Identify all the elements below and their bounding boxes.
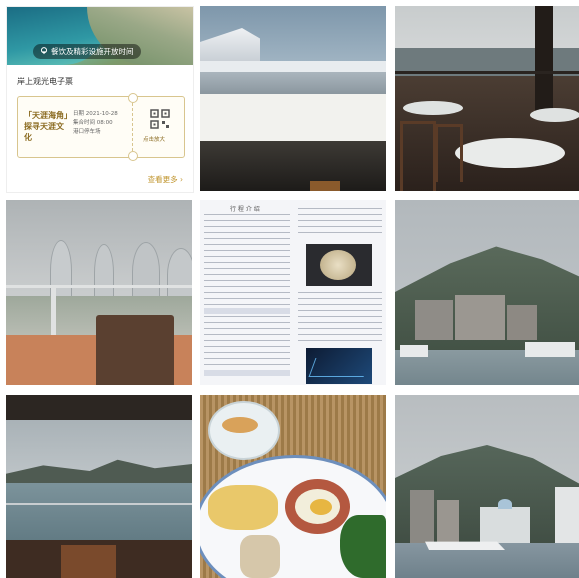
banner-photo: 餐饮及精彩设施开放时间 (7, 7, 193, 65)
ticket-card[interactable]: 「天涯海角」探寻天涯文化 日期 2021-10-28 集合时间 08:00 港口… (17, 93, 185, 161)
banner-text: 餐饮及精彩设施开放时间 (51, 47, 134, 56)
photo-grid: 餐饮及精彩设施开放时间 岸上观光电子票 「天涯海角」探寻天涯文化 日期 2021… (0, 0, 579, 578)
qr-zoom-label[interactable]: 点击放大 (143, 135, 165, 143)
place-line: 港口停车场 (73, 129, 101, 135)
restaurant-terrace-photo[interactable] (395, 6, 579, 191)
itinerary-heading: 行 程 介 绍 (230, 206, 260, 213)
excursion-info: 日期 2021-10-28 集合时间 08:00 港口停车场 (73, 110, 118, 137)
ticket-screenshot[interactable]: 餐饮及精彩设施开放时间 岸上观光电子票 「天涯海角」探寻天涯文化 日期 2021… (6, 6, 194, 193)
misty-mountain-photo[interactable] (395, 200, 579, 385)
itinerary-document-photo[interactable]: 行 程 介 绍 (200, 200, 386, 385)
balcony-view-photo[interactable] (6, 200, 192, 385)
date-line: 日期 2021-10-28 (73, 111, 118, 117)
view-more-link[interactable]: 查看更多 › (148, 174, 183, 185)
qr-code-icon[interactable] (150, 109, 170, 129)
time-line: 集合时间 08:00 (73, 120, 113, 126)
ticket-body: 岸上观光电子票 「天涯海角」探寻天涯文化 日期 2021-10-28 集合时间 … (7, 65, 193, 192)
harbor-mountain-photo[interactable] (395, 395, 579, 578)
facility-hours-pill[interactable]: 餐饮及精彩设施开放时间 (33, 44, 141, 59)
bay-view-photo[interactable] (6, 395, 192, 578)
breakfast-plate-photo[interactable] (200, 395, 386, 578)
ticket-header: 岸上观光电子票 (17, 77, 73, 86)
excursion-name: 「天涯海角」探寻天涯文化 (24, 111, 68, 142)
location-pin-icon (40, 47, 48, 55)
ship-deck-photo[interactable] (200, 6, 386, 191)
